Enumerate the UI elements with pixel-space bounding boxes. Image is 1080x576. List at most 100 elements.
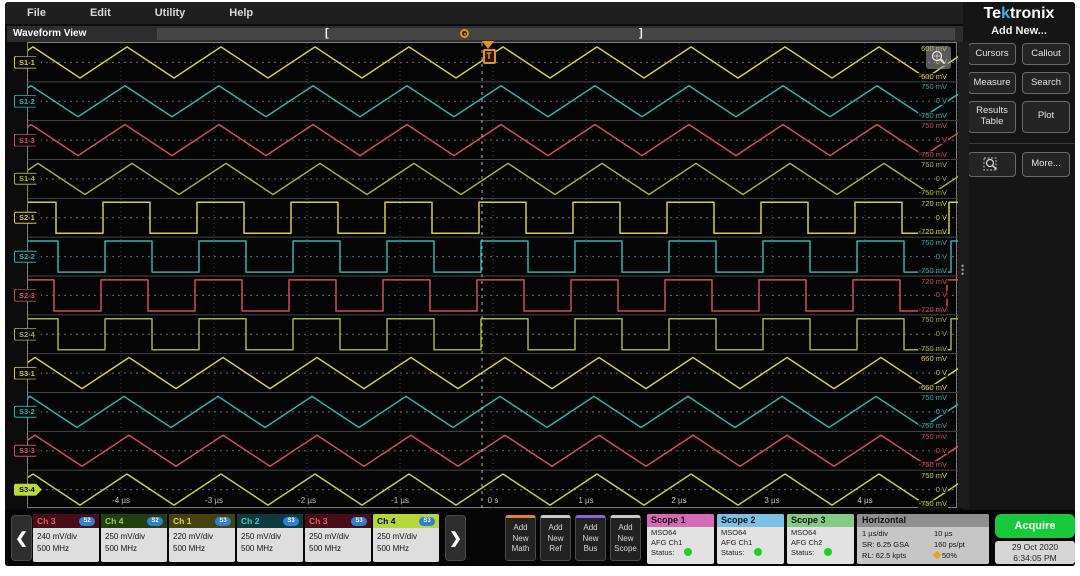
scroll-right-button[interactable]: ❯ <box>445 515 466 561</box>
scale-label-bottom: -750 mV <box>918 500 948 508</box>
window-bracket-left: [ <box>325 27 329 40</box>
scale-label-top: 750 mV <box>920 316 948 324</box>
channel-badge-settings: 250 mV/div500 MHz <box>305 528 371 554</box>
add-new-measure-button[interactable]: Measure <box>968 72 1016 94</box>
horizontal-panel[interactable]: Horizontal 1 µs/div10 µsSR: 6.25 GSA160 … <box>857 514 989 564</box>
scroll-left-button[interactable]: ❮ <box>11 515 32 561</box>
datetime-display: 29 Oct 2020 6:34:05 PM <box>995 541 1075 564</box>
channel-badge-ch1[interactable]: Ch 1S3220 mV/div500 MHz <box>169 514 235 562</box>
horizontal-right-value: 10 µs <box>934 529 984 540</box>
channel-badge-settings: 250 mV/div500 MHz <box>373 528 439 554</box>
time-label: -1 µs <box>391 496 409 505</box>
status-ok-icon <box>754 548 762 556</box>
channel-label: Ch 4 <box>377 516 395 526</box>
add-new-plot-button[interactable]: Plot <box>1022 101 1070 133</box>
tekscope-app: FileEditUtilityHelp Tektronix Add New...… <box>5 2 1075 566</box>
channel-badge-header: Ch 3S2 <box>33 514 99 528</box>
sidebar-add-new: Tektronix Add New... CursorsCalloutMeasu… <box>963 2 1075 510</box>
scope-panel-2[interactable]: Scope 2MSO64AFG Ch1Status: <box>717 514 784 564</box>
scale-label-bottom: -750 mV <box>918 151 948 159</box>
add-new-title: Add New... <box>963 25 1075 37</box>
channel-badge-ch4[interactable]: Ch 4 S3 250 mV/div500 MHz <box>373 514 439 562</box>
scope-tag-s3: S3 <box>283 517 299 526</box>
horizontal-left-value: RL: 62.5 kpts <box>862 551 934 562</box>
graticule-zoom-button[interactable] <box>926 46 951 69</box>
scale-label-zero: 0 V <box>935 486 948 494</box>
scale-label-top: 720 mV <box>920 278 948 286</box>
channel-badge-ch3[interactable]: Ch 3S2240 mV/div500 MHz <box>33 514 99 562</box>
zoom-tool-icon <box>983 157 1001 172</box>
expansion-point-marker[interactable] <box>460 29 469 38</box>
scope-panel-3[interactable]: Scope 3MSO64AFG Ch2Status: <box>787 514 854 564</box>
scope-info: MSO64AFG Ch2Status: <box>787 527 854 559</box>
trigger-position-icon <box>933 551 941 559</box>
tab-waveform-view[interactable]: Waveform View <box>13 28 86 39</box>
add-new-ref-button[interactable]: Add New Ref <box>540 515 571 561</box>
time-label: 1 µs <box>578 496 593 505</box>
channel-badge-settings: 220 mV/div500 MHz <box>169 528 235 554</box>
scale-label-zero: 0 V <box>935 447 948 455</box>
scale-label-zero: 0 V <box>935 253 948 261</box>
scale-label-bottom: -750 mV <box>918 112 948 120</box>
add-new-results-table-button[interactable]: Results Table <box>968 101 1016 133</box>
add-new-bottom-row: More... <box>963 143 1075 177</box>
scale-label-bottom: -750 mV <box>918 461 948 469</box>
zoom-tool-button[interactable] <box>968 152 1016 177</box>
channel-badge-header: Ch 4 S3 <box>373 514 439 528</box>
scale-label-zero: 0 V <box>935 175 948 183</box>
time-label: 2 µs <box>671 496 686 505</box>
scale-label-zero: 0 V <box>935 136 948 144</box>
add-new-cursors-button[interactable]: Cursors <box>968 43 1016 65</box>
add-new-search-button[interactable]: Search <box>1022 72 1070 94</box>
channel-badge-settings: 250 mV/div500 MHz <box>101 528 167 554</box>
trigger-arrow-icon <box>482 41 494 49</box>
add-new-math-button[interactable]: Add New Math <box>505 515 536 561</box>
channel-badge-ch4[interactable]: Ch 4S2250 mV/div500 MHz <box>101 514 167 562</box>
menu-item-utility[interactable]: Utility <box>155 7 186 19</box>
window-bracket-right: ] <box>639 27 643 40</box>
trigger-indicator[interactable]: T <box>483 49 496 64</box>
scale-label-zero: 0 V <box>935 291 948 299</box>
scope-info: MSO64AFG Ch1Status: <box>647 527 714 559</box>
scope-status: Status: <box>791 548 850 558</box>
time-label: 6:34:05 PM <box>995 553 1075 564</box>
menu-item-help[interactable]: Help <box>229 7 253 19</box>
channel-bandwidth: 500 MHz <box>241 543 299 555</box>
channel-label: Ch 3 <box>309 516 327 526</box>
channel-bandwidth: 500 MHz <box>37 543 95 555</box>
scale-label-bottom: -720 mV <box>918 228 948 236</box>
scale-label-zero: 0 V <box>935 408 948 416</box>
scale-label-bottom: -750 mV <box>918 422 948 430</box>
divider-drag-handle[interactable]: ••• <box>961 264 964 276</box>
channel-scale: 250 mV/div <box>377 531 435 543</box>
channel-badge-ch2[interactable]: Ch 2S3250 mV/div500 MHz <box>237 514 303 562</box>
add-new-bus-button[interactable]: Add New Bus <box>575 515 606 561</box>
scale-label-top: 750 mV <box>920 239 948 247</box>
channel-label: Ch 1 <box>173 516 191 526</box>
scale-label-bottom: -600 mV <box>918 73 948 81</box>
channel-bandwidth: 500 MHz <box>173 543 231 555</box>
scope-model: MSO64 <box>791 528 850 538</box>
channel-bandwidth: 500 MHz <box>377 543 435 555</box>
channel-badge-ch3[interactable]: Ch 3S3250 mV/div500 MHz <box>305 514 371 562</box>
scale-label-bottom: -750 mV <box>918 345 948 353</box>
scale-label-bottom: -660 mV <box>918 384 948 392</box>
scope-name: Scope 2 <box>717 514 784 527</box>
time-label: 0 s <box>488 496 499 505</box>
scope-tag-s3: S3 <box>419 517 435 526</box>
menu-item-file[interactable]: File <box>27 7 46 19</box>
add-new-callout-button[interactable]: Callout <box>1022 43 1070 65</box>
time-label: -3 µs <box>205 496 223 505</box>
panel-divider: ••• <box>958 42 969 508</box>
channel-bandwidth: 500 MHz <box>105 543 163 555</box>
horizontal-right-value: 160 ps/pt <box>934 540 984 551</box>
add-new-scope-button[interactable]: Add New Scope <box>610 515 641 561</box>
acquire-button[interactable]: Acquire <box>995 514 1075 538</box>
menu-item-edit[interactable]: Edit <box>90 7 111 19</box>
more-button[interactable]: More... <box>1022 152 1070 177</box>
scale-label-bottom: -750 mV <box>918 267 948 275</box>
channel-scale: 250 mV/div <box>309 531 367 543</box>
channel-bandwidth: 500 MHz <box>309 543 367 555</box>
channel-badge-header: Ch 3S3 <box>305 514 371 528</box>
scope-panel-1[interactable]: Scope 1MSO64AFG Ch1Status: <box>647 514 714 564</box>
